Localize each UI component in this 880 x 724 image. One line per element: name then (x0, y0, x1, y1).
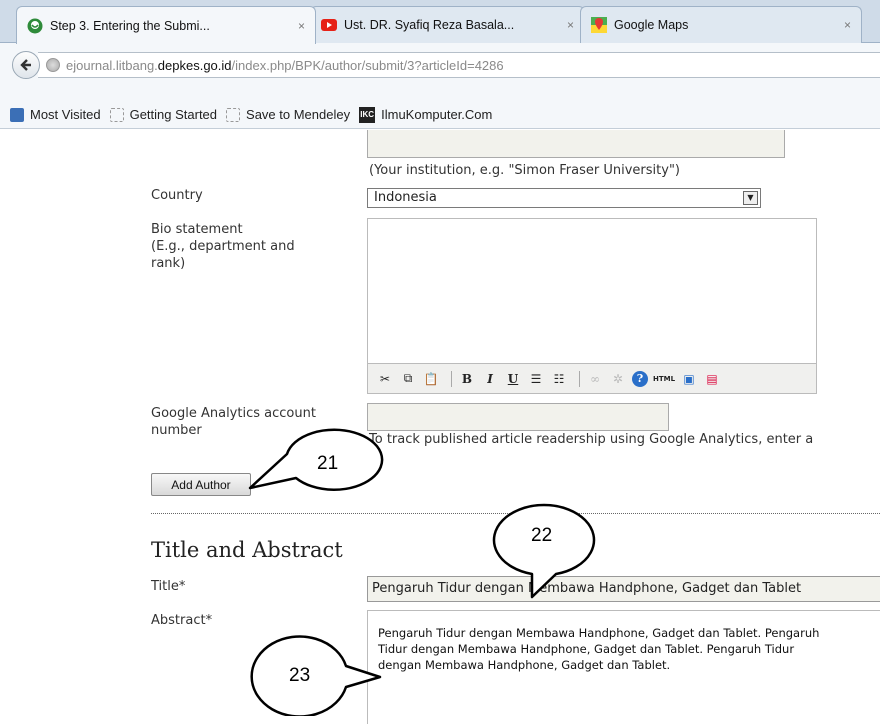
affiliation-hint: (Your institution, e.g. "Simon Fraser Un… (369, 163, 680, 178)
tab-youtube[interactable]: Ust. DR. Syafiq Reza Basala... × (310, 6, 585, 43)
tab-bar: Step 3. Entering the Submi... × Ust. DR.… (0, 0, 880, 44)
ga-label-line: Google Analytics account (151, 406, 316, 421)
toolbar-separator (451, 370, 452, 387)
youtube-icon (321, 19, 337, 31)
section-title: Title and Abstract (151, 538, 343, 562)
most-visited-icon (10, 107, 24, 122)
dropdown-arrow-icon: ▼ (743, 191, 758, 205)
bookmark-save-to-mendeley[interactable]: Save to Mendeley (226, 107, 350, 122)
callout-number: 22 (531, 525, 553, 546)
bookmark-label: Most Visited (30, 107, 101, 122)
country-value: Indonesia (374, 190, 437, 205)
title-input[interactable]: Pengaruh Tidur dengan Membawa Handphone,… (367, 576, 880, 602)
callout-21: 21 (240, 423, 390, 503)
tab-label: Google Maps (614, 18, 689, 32)
bullet-list-icon[interactable]: ☰ (527, 370, 545, 388)
google-analytics-input[interactable] (367, 403, 669, 431)
ikc-icon: IKC (359, 106, 376, 123)
abstract-label: Abstract* (151, 613, 213, 628)
back-button[interactable] (12, 51, 40, 79)
numbered-list-icon[interactable]: ☷ (550, 370, 568, 388)
tab-label: Step 3. Entering the Submi... (50, 18, 210, 33)
speech-bubble-icon (248, 428, 384, 491)
folder-icon (226, 107, 241, 122)
tab-label: Ust. DR. Syafiq Reza Basala... (344, 18, 515, 32)
country-select[interactable]: Indonesia ▼ (367, 188, 761, 208)
html-icon[interactable]: HTML (653, 370, 675, 388)
page-content: (Your institution, e.g. "Simon Fraser Un… (0, 130, 880, 724)
tab-step3[interactable]: Step 3. Entering the Submi... × (16, 6, 316, 44)
bookmark-ilmukomputer[interactable]: IKC IlmuKomputer.Com (359, 106, 493, 123)
abstract-value: Pengaruh Tidur dengan Membawa Handphone,… (378, 626, 820, 672)
bio-statement-editor[interactable] (367, 218, 817, 364)
title-label: Title* (151, 579, 186, 594)
help-icon[interactable]: ? (632, 370, 648, 387)
url-path: /index.php/BPK/author/submit/3?articleId… (231, 57, 504, 73)
bookmark-getting-started[interactable]: Getting Started (109, 107, 218, 122)
navigation-bar: ejournal.litbang. depkes.go.id/index.php/… (0, 43, 880, 101)
affiliation-textarea[interactable] (367, 130, 785, 158)
callout-23: 23 (248, 616, 398, 718)
url-domain: depkes.go.id (157, 57, 232, 73)
callout-number: 23 (289, 665, 311, 686)
copy-icon[interactable]: ⧉ (399, 370, 417, 388)
tab-google-maps[interactable]: Google Maps × (580, 6, 862, 43)
editor-toolbar: ✂ ⧉ 📋 B I U ☰ ☷ ∞ ✲ ? HTML ▣ ▤ (367, 364, 817, 394)
underline-icon[interactable]: U (504, 370, 522, 388)
google-maps-icon (591, 17, 607, 33)
back-arrow-icon (20, 59, 31, 71)
toolbar-separator (579, 370, 580, 387)
bold-icon[interactable]: B (458, 370, 476, 388)
url-prefix: ejournal.litbang. (66, 57, 158, 73)
close-tab-icon[interactable]: × (567, 18, 574, 32)
callout-22: 22 (480, 502, 610, 602)
bio-label-line: rank) (151, 256, 186, 271)
unlink-icon[interactable]: ✲ (609, 370, 627, 388)
cut-icon[interactable]: ✂ (376, 370, 394, 388)
close-tab-icon[interactable]: × (298, 19, 305, 33)
bookmark-label: Save to Mendeley (246, 107, 351, 122)
paste-icon[interactable]: 📋 (422, 370, 440, 388)
bookmark-label: IlmuKomputer.Com (381, 107, 493, 122)
country-label: Country (151, 188, 203, 203)
close-tab-icon[interactable]: × (844, 18, 851, 32)
site-favicon-icon (27, 18, 43, 33)
speech-bubble-icon (250, 635, 382, 718)
callout-number: 21 (317, 453, 339, 474)
ga-hint: To track published article readership us… (369, 432, 814, 447)
bookmark-most-visited[interactable]: Most Visited (10, 107, 101, 122)
globe-icon (46, 58, 60, 72)
fullscreen-icon[interactable]: ▣ (680, 370, 698, 388)
bookmark-label: Getting Started (129, 107, 218, 122)
speech-bubble-icon (492, 503, 596, 599)
bookmarks-toolbar: Most Visited Getting Started Save to Men… (0, 101, 880, 129)
link-icon[interactable]: ∞ (586, 370, 604, 388)
address-bar[interactable]: ejournal.litbang. depkes.go.id/index.php/… (38, 52, 880, 78)
bio-label-line: Bio statement (151, 222, 243, 237)
add-author-button[interactable]: Add Author (151, 473, 251, 496)
italic-icon[interactable]: I (481, 370, 499, 388)
bio-label: Bio statement (E.g., department and rank… (151, 221, 295, 272)
folder-icon (109, 107, 124, 122)
bio-label-line: (E.g., department and (151, 239, 295, 254)
image-icon[interactable]: ▤ (703, 370, 721, 388)
